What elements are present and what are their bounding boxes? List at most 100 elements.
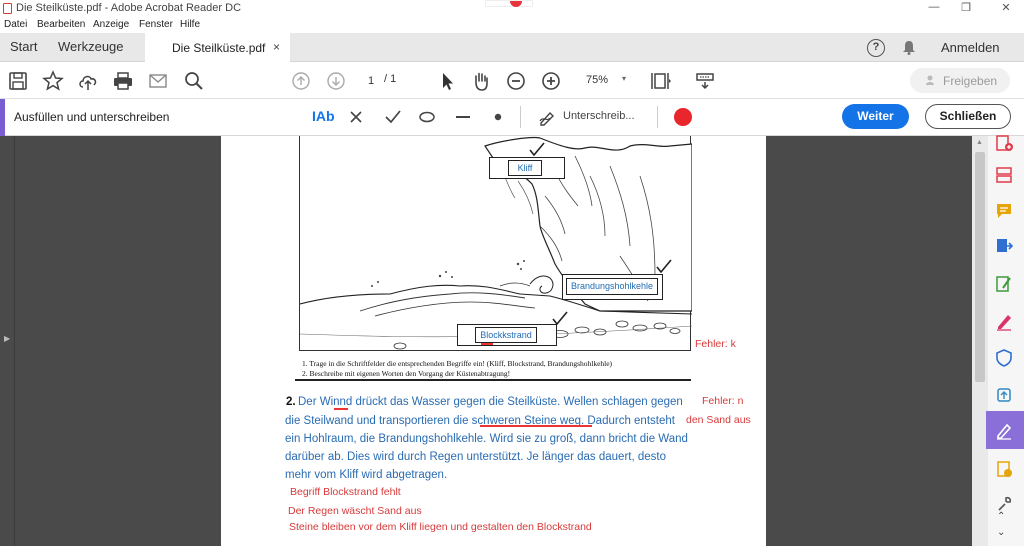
share-button[interactable]: Freigeben [910,68,1010,93]
typo-underline [334,408,348,410]
help-icon[interactable]: ? [867,39,885,57]
pdf-file-icon [3,3,12,14]
caption-rule [295,379,691,381]
dot-icon[interactable] [490,108,506,126]
chevron-up-icon[interactable]: ⌃ [997,511,1005,522]
select-cursor-icon[interactable] [436,70,458,92]
fill-sign-pen-icon[interactable] [994,311,1014,331]
checkmark-annotation-icon[interactable] [551,310,569,328]
restore-icon[interactable]: ❐ [958,1,974,15]
menu-item-anzeige[interactable]: Anzeige [93,19,129,30]
edit-pdf-icon[interactable] [994,274,1014,294]
tab-close-icon[interactable]: × [273,40,280,54]
label-beach-text: Blockkstrand [475,327,537,343]
add-text-tool[interactable]: IAb [312,108,335,126]
answer-number: 2. [286,396,296,408]
protect-icon[interactable] [994,348,1014,368]
beach-typo-underline [481,343,493,345]
sign-pen-icon[interactable] [538,108,560,126]
page-total: / 1 [384,73,397,85]
menu-item-fenster[interactable]: Fenster [139,19,173,30]
correction-missing-term[interactable]: Begriff Blockstrand fehlt [290,486,401,498]
cross-mark-icon[interactable] [348,108,364,126]
tab-document-label: Die Steilküste.pdf [172,41,266,55]
answer-line-1: Der Winnd drückt das Wasser gegen die St… [298,396,683,408]
title-bar: Die Steilküste.pdf - Adobe Acrobat Reade… [0,0,1024,17]
comment-icon[interactable] [994,201,1014,221]
label-field-notch[interactable]: Brandungshohlkehle [562,274,663,300]
next-page-icon[interactable] [325,70,347,92]
convert-icon[interactable] [994,385,1014,405]
minimize-icon[interactable]: — [926,1,942,15]
toolbar-divider [657,106,658,128]
answer-line-5: mehr vom Kliff wird abgetragen. [285,469,448,481]
tab-tools[interactable]: Werkzeuge [58,39,124,54]
fill-sign-title: Ausfüllen und unterschreiben [14,110,170,124]
print-icon[interactable] [112,70,134,92]
close-fill-sign-button[interactable]: Schließen [925,104,1011,129]
hand-tool-icon[interactable] [470,70,492,92]
zoom-out-icon[interactable] [505,70,527,92]
export-pdf-icon[interactable] [994,236,1014,256]
line-icon[interactable] [454,108,472,126]
share-person-icon [926,75,934,85]
more-tools-icon[interactable] [994,459,1014,479]
zoom-dropdown[interactable]: 75% ▾ [578,72,634,90]
save-icon[interactable] [7,70,29,92]
upload-cloud-icon[interactable] [77,70,99,92]
organize-pages-icon[interactable] [994,165,1014,185]
fill-and-sign-icon[interactable] [994,420,1014,440]
label-field-cliff[interactable]: Kliff [489,157,565,179]
checkmark-annotation-icon[interactable] [528,141,546,159]
color-picker-dot[interactable] [674,108,692,126]
bookmark-star-icon[interactable] [42,70,64,92]
checkmark-icon[interactable] [384,108,402,126]
bell-icon[interactable] [902,40,916,55]
correction-error-n[interactable]: Fehler: n [702,395,743,407]
menu-item-bearbeiten[interactable]: Bearbeiten [37,19,85,30]
share-label: Freigeben [943,74,998,88]
correction-sand[interactable]: den Sand aus [686,414,751,426]
signin-button[interactable]: Anmelden [941,40,1000,55]
toolbar-divider [520,106,521,128]
label-notch-text: Brandungshohlkehle [566,278,658,295]
tab-document[interactable]: Die Steilküste.pdf × [145,33,290,62]
scrollbar-thumb[interactable] [975,152,985,382]
correction-rain[interactable]: Der Regen wäscht Sand aus [288,505,422,517]
menu-item-datei[interactable]: Datei [4,19,27,30]
previous-page-icon[interactable] [290,70,312,92]
window-close-icon[interactable]: ✕ [998,1,1014,15]
menu-bar: Datei Bearbeiten Anzeige Fenster Hilfe [0,17,1024,33]
correction-error-k[interactable]: Fehler: k [695,338,736,350]
expand-panel-icon[interactable]: ▶ [4,334,10,343]
menu-item-hilfe[interactable]: Hilfe [180,19,200,30]
read-mode-icon[interactable] [694,70,716,92]
tab-start[interactable]: Start [10,39,37,54]
chevron-down-icon[interactable]: ⌄ [997,527,1005,538]
create-pdf-icon[interactable] [994,133,1014,153]
main-toolbar: / 1 75% ▾ Freigeben [0,62,1024,99]
label-field-beach[interactable]: Blockkstrand [457,324,557,346]
sign-button[interactable]: Unterschreib... [563,110,635,122]
correction-stones[interactable]: Steine bleiben vor dem Kliff liegen und … [289,521,592,533]
page-number-input[interactable] [360,72,382,89]
label-cliff-text: Kliff [508,160,542,176]
answer-line-3: ein Hohlraum, die Brandungshohlkehle. Wi… [285,433,688,445]
checkmark-annotation-icon[interactable] [655,258,673,276]
task-caption-1: 1. Trage in die Schriftfelder die entspr… [302,359,613,368]
ellipse-icon[interactable] [418,108,436,126]
recording-indicator [485,0,533,7]
next-button[interactable]: Weiter [842,104,909,129]
email-icon[interactable] [147,70,169,92]
tab-bar: Start Werkzeuge Die Steilküste.pdf × ? A… [0,33,1024,62]
left-panel-collapsed[interactable]: ▶ [0,136,15,546]
fill-sign-accent [0,99,5,136]
answer-line-4: darüber ab. Dies wird durch Regen unters… [285,451,666,463]
zoom-in-icon[interactable] [540,70,562,92]
search-icon[interactable] [183,70,205,92]
page-fit-icon[interactable] [649,70,671,92]
task-caption-2: 2. Beschreibe mit eigenen Worten den Vor… [302,369,511,378]
zoom-value: 75% [586,74,609,86]
scroll-up-icon[interactable]: ▲ [976,139,983,146]
window-title: Die Steilküste.pdf - Adobe Acrobat Reade… [16,2,242,14]
